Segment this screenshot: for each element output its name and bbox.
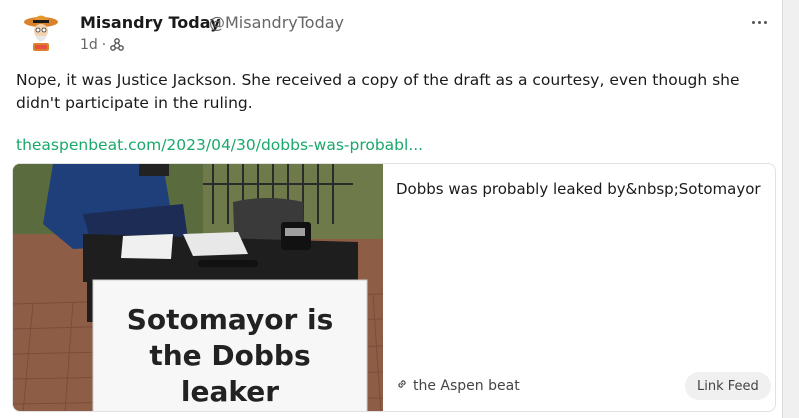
preview-source[interactable]: the Aspen beat — [396, 378, 520, 394]
more-options-icon[interactable] — [747, 12, 771, 32]
link-feed-button[interactable]: Link Feed — [685, 372, 771, 400]
post-meta: 1d · — [80, 37, 125, 53]
fediverse-icon — [110, 38, 125, 52]
post-link[interactable]: theaspenbeat.com/2023/04/30/dobbs-was-pr… — [16, 136, 423, 154]
scrollbar[interactable] — [783, 0, 799, 418]
author-name[interactable]: Misandry Today — [80, 13, 220, 32]
preview-source-label: the Aspen beat — [413, 378, 520, 394]
post-age[interactable]: 1d — [80, 37, 98, 53]
author-handle[interactable]: @MisandryToday — [209, 13, 344, 32]
preview-thumbnail[interactable]: Sotomayor is the Dobbs leaker — [13, 164, 383, 411]
avatar[interactable] — [18, 10, 64, 56]
preview-title[interactable]: Dobbs was probably leaked by&nbsp;Sotoma… — [396, 180, 761, 198]
link-icon — [396, 378, 408, 394]
sign-text: Sotomayor is the Dobbs leaker — [126, 303, 334, 408]
post-card: Misandry Today @MisandryToday 1d · Nope,… — [0, 0, 783, 418]
meta-separator: · — [101, 37, 107, 53]
link-preview-card[interactable]: Sotomayor is the Dobbs leaker Dobbs was … — [12, 163, 776, 412]
post-body: Nope, it was Justice Jackson. She receiv… — [16, 71, 740, 112]
